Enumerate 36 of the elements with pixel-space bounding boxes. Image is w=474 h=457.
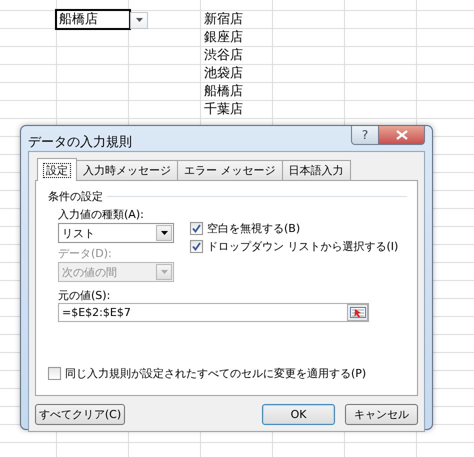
checkbox[interactable] <box>190 222 203 235</box>
table-cell-text: 銀座店 <box>203 30 243 46</box>
ok-button[interactable]: OK <box>262 404 335 425</box>
table-cell-text: 千葉店 <box>203 102 243 118</box>
range-picker-button[interactable] <box>347 304 368 321</box>
checkbox[interactable] <box>48 367 61 380</box>
caret-icon <box>160 270 168 274</box>
tab[interactable]: エラー メッセージ <box>177 160 282 180</box>
section-title: 条件の設定 <box>48 189 103 204</box>
close-button[interactable] <box>379 126 425 145</box>
cancel-button[interactable]: キャンセル <box>345 404 418 425</box>
dropdown-button[interactable] <box>130 12 148 28</box>
field-label: 入力値の種類(A): <box>58 207 145 222</box>
allow-dropdown[interactable]: リスト <box>58 223 174 243</box>
table-cell-text: 船橋店 <box>203 84 243 100</box>
range-select-icon <box>350 307 366 318</box>
caret-icon <box>136 18 142 22</box>
checkbox-option[interactable]: 空白を無視する(B) <box>190 221 398 236</box>
caret-icon <box>160 231 168 235</box>
source-input[interactable]: =$E$2:$E$7 <box>58 303 369 322</box>
table-cell-text: 渋谷店 <box>203 48 243 64</box>
active-cell[interactable]: 船橋店 <box>55 9 131 30</box>
tab[interactable]: 設定 <box>37 158 77 181</box>
close-icon <box>396 130 408 140</box>
help-button[interactable]: ? <box>351 126 379 145</box>
window-title: データの入力規則 <box>28 134 132 151</box>
tab[interactable]: 入力時メッセージ <box>76 160 178 180</box>
field-label: データ(D): <box>58 246 113 261</box>
clear-all-button[interactable]: すべてクリア(C) <box>35 404 125 425</box>
checkbox[interactable] <box>190 240 203 253</box>
tab[interactable]: 日本語入力 <box>282 160 350 180</box>
checkbox-option[interactable]: ドロップダウン リストから選択する(I) <box>190 239 398 254</box>
table-cell-text: 新宿店 <box>203 12 243 28</box>
table-cell-text: 池袋店 <box>203 66 243 82</box>
checkbox-option[interactable]: 同じ入力規則が設定されたすべてのセルに変更を適用する(P) <box>48 366 417 381</box>
field-label: 元の値(S): <box>58 288 112 303</box>
